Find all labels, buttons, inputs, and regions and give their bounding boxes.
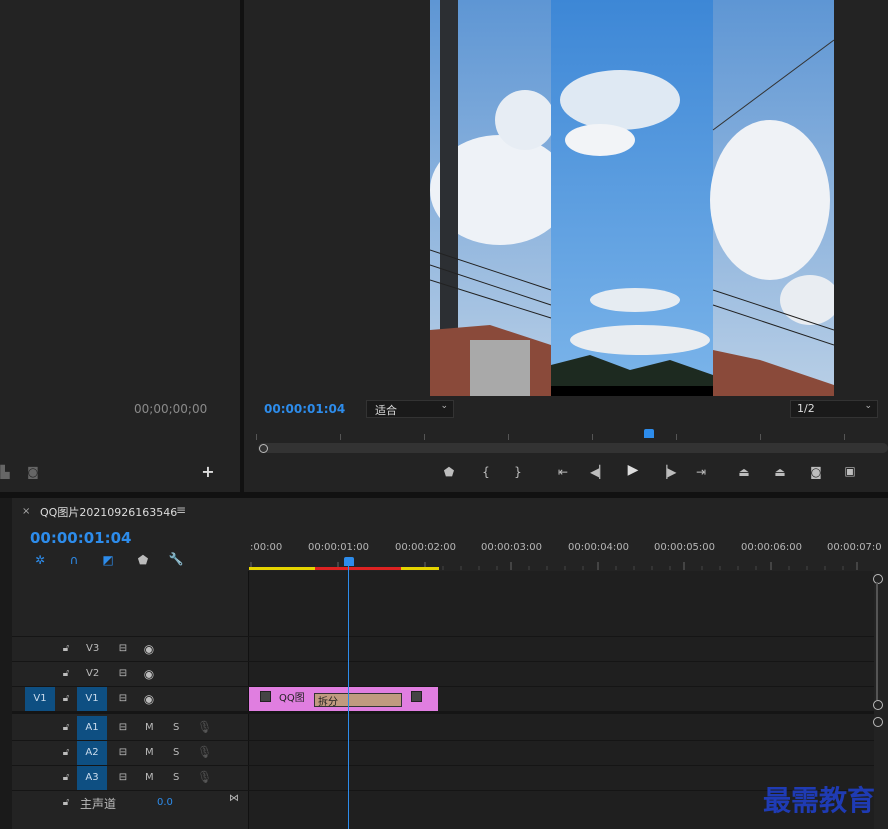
program-mini-ruler[interactable] <box>256 428 888 440</box>
eye-icon[interactable]: ◉ <box>142 642 156 656</box>
lift-icon[interactable]: ▙ <box>0 465 10 479</box>
sync-lock-icon[interactable]: ⊟ <box>116 692 130 706</box>
track-a1-label[interactable]: A1 <box>77 716 107 740</box>
chevron-down-icon: ⌄ <box>864 401 872 411</box>
split-tooltip-text: 拆分 <box>318 697 338 708</box>
track-a3-label[interactable]: A3 <box>77 766 107 790</box>
render-bar-yellow <box>401 567 439 570</box>
comparison-view-icon[interactable]: ▣ <box>840 464 860 478</box>
linked-selection-icon[interactable]: ◩ <box>100 553 116 567</box>
split-tooltip: 拆分 <box>314 693 402 708</box>
sync-lock-icon[interactable]: ⊟ <box>116 667 130 681</box>
program-playhead-marker[interactable] <box>644 429 654 438</box>
track-v1-label[interactable]: V1 <box>77 687 107 711</box>
close-tab-icon[interactable]: × <box>22 506 30 517</box>
sync-lock-icon[interactable]: ⊟ <box>116 771 130 785</box>
watermark: 最需教育 <box>763 784 876 817</box>
lock-icon[interactable]: 🔓︎ <box>60 692 72 706</box>
mark-in-icon[interactable]: { <box>480 465 492 479</box>
ruler-label: 00:00:07:0 <box>827 542 882 553</box>
ruler-label: 00:00:01:00 <box>308 542 370 553</box>
zoom-scroll-handle[interactable] <box>873 574 883 584</box>
mute-button[interactable]: M <box>145 747 154 758</box>
sequence-tab-title[interactable]: QQ图片20210926163546 <box>40 504 177 520</box>
snap-magnet-icon[interactable]: ∩ <box>66 553 82 567</box>
mute-button[interactable]: M <box>145 772 154 783</box>
fit-dropdown-value: 适合 <box>375 404 397 417</box>
lock-icon[interactable]: 🔓︎ <box>60 771 72 785</box>
microphone-icon[interactable]: 🎙︎ <box>197 745 212 759</box>
ruler-label: 00:00:04:00 <box>568 542 630 553</box>
lock-icon[interactable]: 🔓︎ <box>60 796 72 810</box>
step-back-icon[interactable]: ◀▏ <box>590 465 608 479</box>
step-forward-icon[interactable]: ▕▶ <box>658 465 676 479</box>
video-preview <box>430 0 834 396</box>
lock-icon[interactable]: 🔓︎ <box>60 642 72 656</box>
fx-badge <box>260 691 271 702</box>
source-patch-v1[interactable]: V1 <box>25 687 55 711</box>
go-to-out-icon[interactable]: ⇥ <box>692 465 710 479</box>
add-button-icon[interactable]: + <box>200 464 216 480</box>
mute-button[interactable]: M <box>145 722 154 733</box>
timeline-playhead-line[interactable] <box>348 566 349 829</box>
lift-icon[interactable]: ⏏ <box>734 465 754 479</box>
track-v2-label[interactable]: V2 <box>86 668 99 679</box>
master-volume-value[interactable]: 0.0 <box>157 797 173 808</box>
wrench-settings-icon[interactable]: 🔧 <box>168 552 184 566</box>
microphone-icon[interactable]: 🎙︎ <box>197 770 212 784</box>
source-timecode: 00;00;00;00 <box>134 402 208 416</box>
eye-icon[interactable]: ◉ <box>142 692 156 706</box>
export-frame-camera-icon[interactable]: ◙ <box>807 465 825 479</box>
program-scrollbar[interactable] <box>258 443 888 453</box>
chevron-down-icon: ⌄ <box>440 401 448 411</box>
sync-lock-icon[interactable]: ⊟ <box>116 642 130 656</box>
ruler-label: 00:00:02:00 <box>395 542 457 553</box>
track-v3-label[interactable]: V3 <box>86 643 99 654</box>
fit-dropdown[interactable]: 适合 ⌄ <box>366 400 454 418</box>
master-track-label: 主声道 <box>80 797 117 811</box>
render-bar-red <box>315 567 401 570</box>
ruler-label: :00:00 <box>250 542 283 553</box>
solo-button[interactable]: S <box>173 772 179 783</box>
ruler-label: 00:00:03:00 <box>481 542 543 553</box>
solo-button[interactable]: S <box>173 747 179 758</box>
sync-lock-icon[interactable]: ⊟ <box>116 746 130 760</box>
resolution-dropdown-value: 1/2 <box>797 402 815 415</box>
ruler-label: 00:00:05:00 <box>654 542 716 553</box>
ruler-label: 00:00:06:00 <box>741 542 803 553</box>
zoom-scroll-handle[interactable] <box>873 717 883 727</box>
preview-image <box>430 0 834 396</box>
source-monitor-panel: 00;00;00;00 ▙ ◙ + <box>0 0 240 492</box>
lock-icon[interactable]: 🔓︎ <box>60 667 72 681</box>
panel-menu-icon[interactable]: ≡ <box>176 503 186 517</box>
sync-lock-icon[interactable]: ⊟ <box>116 721 130 735</box>
track-a2-label[interactable]: A2 <box>77 741 107 765</box>
go-to-in-icon[interactable]: ⇤ <box>554 465 572 479</box>
microphone-icon[interactable]: 🎙︎ <box>197 720 212 734</box>
program-monitor-panel: 00:00:01:04 适合 ⌄ 1/2 ⌄ ⬟ { } ⇤ ◀▏ ▶ ▕▶ ⇥… <box>244 0 888 492</box>
camera-icon[interactable]: ◙ <box>25 465 41 479</box>
zoom-scroll-handle[interactable] <box>873 700 883 710</box>
vertical-scrollbar[interactable] <box>876 582 878 700</box>
solo-button[interactable]: S <box>173 722 179 733</box>
left-edge-strip <box>0 498 12 829</box>
add-marker-icon[interactable]: ⬟ <box>136 553 150 567</box>
clip-name: QQ图 <box>279 693 305 704</box>
eye-icon[interactable]: ◉ <box>142 667 156 681</box>
timeline-timecode[interactable]: 00:00:01:04 <box>30 529 132 547</box>
go-to-edit-icon[interactable]: ⋈ <box>227 792 241 806</box>
timeline-playhead-head[interactable] <box>344 557 354 566</box>
program-timecode[interactable]: 00:00:01:04 <box>264 402 345 416</box>
extract-icon[interactable]: ⏏ <box>770 465 790 479</box>
add-marker-icon[interactable]: ⬟ <box>442 465 456 479</box>
nest-sequence-icon[interactable]: ✲ <box>32 553 48 567</box>
scrollbar-handle[interactable] <box>259 444 268 453</box>
lock-icon[interactable]: 🔓︎ <box>60 746 72 760</box>
lock-icon[interactable]: 🔓︎ <box>60 721 72 735</box>
mark-out-icon[interactable]: } <box>512 465 524 479</box>
resolution-dropdown[interactable]: 1/2 ⌄ <box>790 400 878 418</box>
render-bar-yellow <box>249 567 315 570</box>
play-icon[interactable]: ▶ <box>624 463 642 477</box>
fx-badge <box>411 691 422 702</box>
